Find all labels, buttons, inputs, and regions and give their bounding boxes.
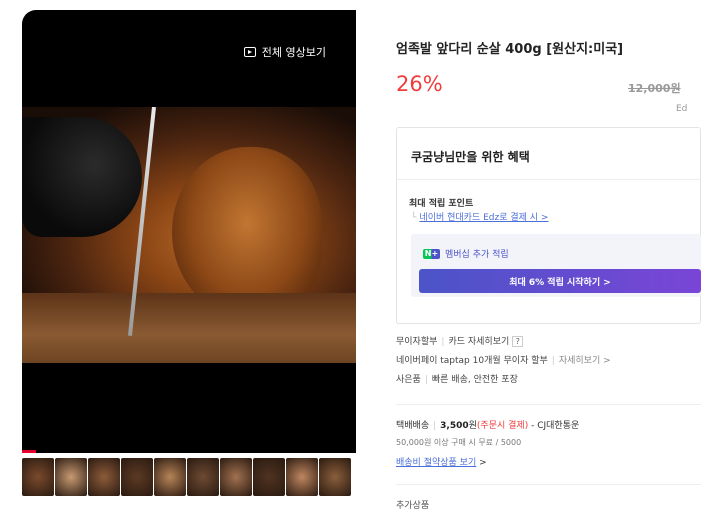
gloved-hand	[22, 117, 142, 237]
thumbnail-10[interactable]	[319, 458, 351, 496]
installment-row: 무이자할부 | 카드 자세히보기?	[396, 336, 611, 355]
membership-start-button[interactable]: 최대 6% 적립 시작하기 >	[419, 269, 701, 293]
card-benefit-link-text: 네이버 현대카드 Edz로 결제 시 >	[419, 213, 549, 223]
view-all-videos-label: 전체 영상보기	[261, 46, 326, 59]
shipping-price: 3,500	[440, 421, 469, 431]
max-point-label: 최대 적립 포인트	[409, 199, 474, 209]
thumbnail-5[interactable]	[154, 458, 186, 496]
thumbnail-9[interactable]	[286, 458, 318, 496]
thumbnail-2[interactable]	[55, 458, 87, 496]
taptap-detail-link[interactable]: 자세히보기 >	[559, 356, 611, 366]
product-title: 엄족발 앞다리 순살 400g [원산지:미국]	[396, 42, 624, 57]
divider	[396, 404, 701, 405]
gift-label: 사은품	[396, 375, 421, 385]
card-detail-link[interactable]: 카드 자세히보기	[448, 337, 509, 347]
thumbnail-8[interactable]	[253, 458, 285, 496]
original-price: 12,000원	[628, 82, 681, 95]
installment-label: 무이자할부	[396, 337, 438, 347]
shipping-label: 택배배송	[396, 421, 430, 431]
membership-label-row: N+ 멤버십 추가 적립	[423, 247, 509, 260]
thumbnail-6[interactable]	[187, 458, 219, 496]
shipping-saving-link[interactable]: 배송비 절약상품 보기 >	[396, 455, 487, 468]
divider	[396, 484, 701, 485]
shipping-saving-link-text: 배송비 절약상품 보기	[396, 458, 477, 468]
payment-info: 무이자할부 | 카드 자세히보기? 네이버페이 taptap 10개월 무이자 할부…	[396, 336, 611, 393]
help-icon[interactable]: ?	[512, 336, 524, 347]
cutting-board	[22, 293, 356, 363]
benefit-title: 쿠굼냥님만을 위한 혜택	[411, 150, 530, 164]
taptap-text: 네이버페이 taptap 10개월 무이자 할부	[396, 356, 548, 366]
thumbnail-3[interactable]	[88, 458, 120, 496]
divider	[397, 179, 700, 180]
benefit-box: 쿠굼냥님만을 위한 혜택 최대 적립 포인트 └ 네이버 현대카드 Edz로 결제…	[396, 127, 701, 324]
naver-plus-icon: N+	[423, 248, 440, 259]
video-progress-bar[interactable]	[22, 450, 36, 453]
thumbnail-4[interactable]	[121, 458, 153, 496]
shipping-won: 원	[468, 421, 477, 431]
chevron-right-icon: >	[479, 458, 487, 468]
card-benefit-link[interactable]: └ 네이버 현대카드 Edz로 결제 시 >	[411, 210, 548, 223]
shipping-pay-when: (주문시 결제)	[476, 421, 529, 431]
free-shipping-note: 50,000원 이상 구매 시 무료 / 5000	[396, 438, 522, 447]
price-unit-label: Ed	[676, 104, 688, 114]
shipping-row: 택배배송 | 3,500원(주문시 결제) - CJ대한통운	[396, 421, 580, 431]
video-icon	[243, 47, 256, 57]
thumbnail-7[interactable]	[220, 458, 252, 496]
video-frame	[22, 107, 356, 363]
view-all-videos-button[interactable]: 전체 영상보기	[243, 44, 326, 60]
gift-text: 빠른 배송, 안전한 포장	[431, 375, 518, 385]
courier-name: - CJ대한통운	[531, 421, 580, 431]
gift-row: 사은품 | 빠른 배송, 안전한 포장	[396, 375, 518, 385]
pork-hock-image	[172, 147, 322, 317]
discount-rate: 26%	[396, 72, 443, 96]
sub-line-icon: └	[411, 213, 417, 223]
thumbnail-1[interactable]	[22, 458, 54, 496]
extra-products-label: 추가상품	[396, 501, 430, 511]
membership-label: 멤버십 추가 적립	[445, 250, 509, 260]
thumbnail-strip	[22, 458, 356, 498]
product-video[interactable]: 전체 영상보기	[22, 10, 356, 453]
membership-box: N+ 멤버십 추가 적립 최대 6% 적립 시작하기 >	[411, 234, 701, 297]
taptap-row: 네이버페이 taptap 10개월 무이자 할부 | 자세히보기 >	[396, 356, 611, 366]
